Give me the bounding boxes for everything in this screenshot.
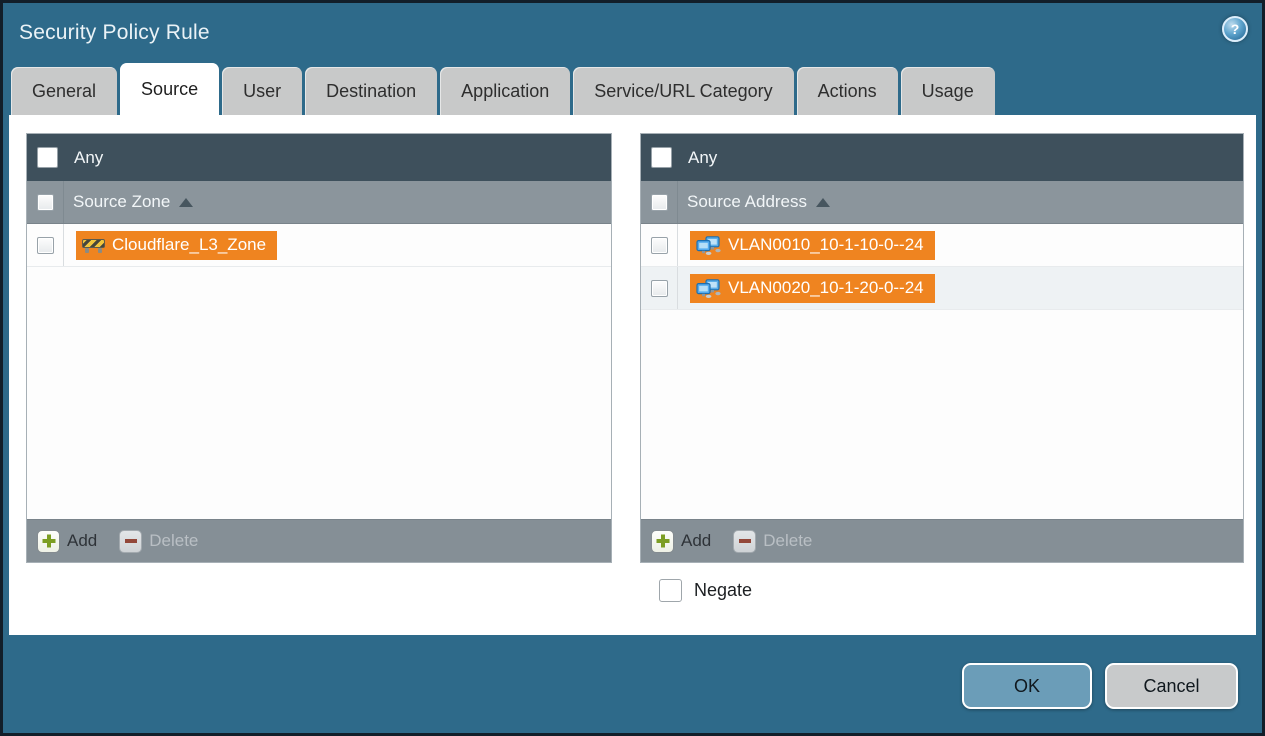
dialog-titlebar: Security Policy Rule ? — [3, 3, 1262, 63]
add-button-label: Add — [67, 531, 98, 550]
plus-icon — [651, 529, 674, 553]
negate-checkbox[interactable] — [659, 579, 682, 602]
zone-row-checkbox[interactable] — [36, 236, 54, 254]
sort-ascending-icon[interactable] — [179, 197, 194, 207]
zone-row[interactable]: Cloudflare_L3_Zone — [27, 224, 611, 267]
tab-actions[interactable]: Actions — [796, 67, 898, 115]
source-zone-delete-button[interactable]: Delete — [119, 529, 199, 553]
source-zone-any-label: Any — [74, 147, 104, 167]
source-address-any-bar: Any — [641, 134, 1243, 181]
source-tab-content: Any Source Zone Cloudflare_L3_Zone Add D… — [9, 115, 1256, 635]
dialog-title: Security Policy Rule — [19, 21, 210, 44]
tab-application[interactable]: Application — [440, 67, 571, 115]
add-button-label: Add — [681, 531, 712, 550]
source-address-list: VLAN0010_10-1-10-0--24 VLAN0020_10-1-20-… — [641, 224, 1243, 519]
address-row-checkbox-cell — [641, 224, 678, 266]
source-address-any-label: Any — [688, 147, 718, 167]
source-address-delete-button[interactable]: Delete — [733, 529, 813, 553]
tab-strip: General Source User Destination Applicat… — [3, 63, 1262, 115]
address-chip[interactable]: VLAN0010_10-1-10-0--24 — [690, 230, 935, 260]
security-policy-rule-dialog: Security Policy Rule ? General Source Us… — [0, 0, 1265, 736]
negate-row: Negate — [659, 579, 1256, 602]
address-row-checkbox[interactable] — [650, 279, 668, 297]
tab-destination[interactable]: Destination — [305, 67, 438, 115]
zone-chip[interactable]: Cloudflare_L3_Zone — [76, 230, 278, 260]
tab-usage[interactable]: Usage — [900, 67, 995, 115]
source-zone-any-bar: Any — [27, 134, 611, 181]
negate-label: Negate — [694, 580, 753, 600]
address-row[interactable]: VLAN0020_10-1-20-0--24 — [641, 267, 1243, 310]
source-address-footer: Add Delete — [641, 519, 1243, 562]
address-row[interactable]: VLAN0010_10-1-10-0--24 — [641, 224, 1243, 267]
source-address-any-checkbox[interactable] — [651, 147, 672, 168]
source-address-select-all-cell — [641, 181, 678, 223]
source-zone-footer: Add Delete — [27, 519, 611, 562]
address-chip-label: VLAN0010_10-1-10-0--24 — [728, 235, 924, 254]
source-zone-select-all-checkbox[interactable] — [36, 193, 54, 211]
source-address-column-label[interactable]: Source Address — [687, 192, 807, 212]
delete-button-label: Delete — [763, 531, 813, 550]
address-icon — [696, 278, 721, 298]
address-row-checkbox-cell — [641, 267, 678, 309]
source-zone-add-button[interactable]: Add — [37, 529, 98, 553]
zone-icon — [82, 237, 105, 253]
tab-source[interactable]: Source — [120, 63, 220, 115]
source-address-add-button[interactable]: Add — [651, 529, 712, 553]
zone-row-checkbox-cell — [27, 224, 64, 266]
source-zone-panel: Any Source Zone Cloudflare_L3_Zone Add D… — [26, 133, 612, 563]
ok-button[interactable]: OK — [962, 663, 1092, 709]
plus-icon — [37, 529, 60, 553]
address-icon — [696, 235, 721, 255]
address-chip-label: VLAN0020_10-1-20-0--24 — [728, 278, 924, 297]
tab-user[interactable]: User — [222, 67, 303, 115]
address-chip[interactable]: VLAN0020_10-1-20-0--24 — [690, 273, 935, 303]
source-zone-column-label[interactable]: Source Zone — [73, 192, 170, 212]
source-zone-select-all-cell — [27, 181, 64, 223]
sort-ascending-icon[interactable] — [816, 197, 831, 207]
address-row-checkbox[interactable] — [650, 236, 668, 254]
delete-button-label: Delete — [149, 531, 199, 550]
source-zone-any-checkbox[interactable] — [37, 147, 58, 168]
tab-general[interactable]: General — [11, 67, 118, 115]
dialog-footer: OK Cancel — [3, 635, 1262, 733]
source-address-column-header[interactable]: Source Address — [641, 181, 1243, 224]
cancel-button[interactable]: Cancel — [1105, 663, 1238, 709]
source-address-panel: Any Source Address VLAN0010_10-1-10-0--2… — [640, 133, 1244, 563]
source-zone-column-header[interactable]: Source Zone — [27, 181, 611, 224]
source-zone-list: Cloudflare_L3_Zone — [27, 224, 611, 519]
tab-service-url-category[interactable]: Service/URL Category — [573, 67, 794, 115]
minus-icon — [119, 529, 143, 553]
source-address-select-all-checkbox[interactable] — [650, 193, 668, 211]
minus-icon — [733, 529, 757, 553]
help-icon[interactable]: ? — [1222, 16, 1248, 42]
zone-chip-label: Cloudflare_L3_Zone — [112, 235, 267, 254]
